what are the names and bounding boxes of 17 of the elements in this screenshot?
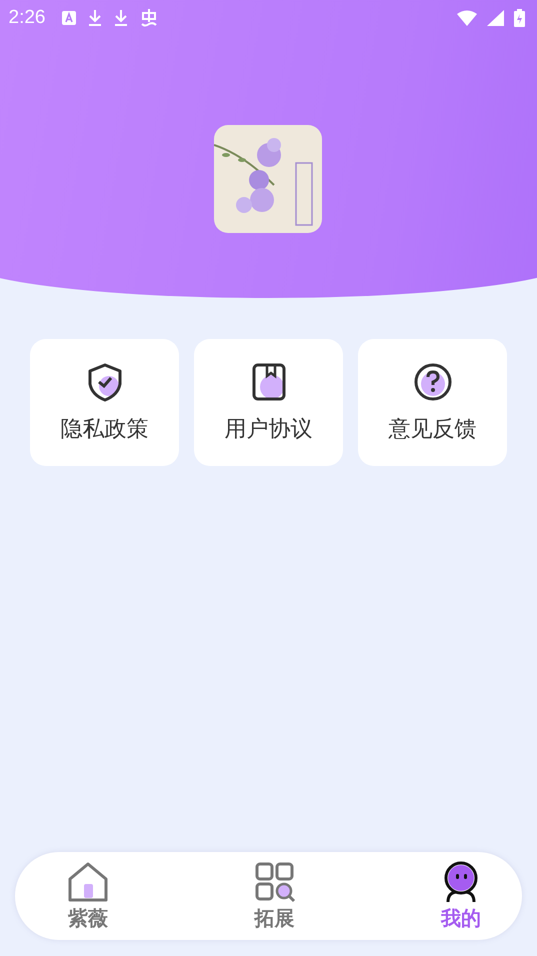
status-time: 2:26 (8, 7, 46, 29)
signal-icon (486, 10, 504, 26)
home-icon (67, 860, 109, 902)
download-icon (87, 9, 104, 27)
question-icon (412, 362, 452, 402)
battery-icon (514, 9, 524, 27)
menu-card[interactable]: 意见反馈 (358, 339, 507, 466)
download-icon (113, 9, 130, 27)
menu-card[interactable]: 隐私政策 (30, 339, 179, 466)
nav-tab[interactable]: 拓展 (254, 860, 296, 932)
nav-tab[interactable]: 紫薇 (67, 860, 109, 932)
glyph-notification-icon (139, 8, 160, 28)
keyboard-notification-icon (61, 10, 78, 26)
wifi-icon (456, 10, 476, 26)
menu-card[interactable]: 用户协议 (194, 339, 343, 466)
grid-search-icon (254, 860, 296, 902)
nav-tab[interactable]: 我的 (440, 860, 482, 932)
